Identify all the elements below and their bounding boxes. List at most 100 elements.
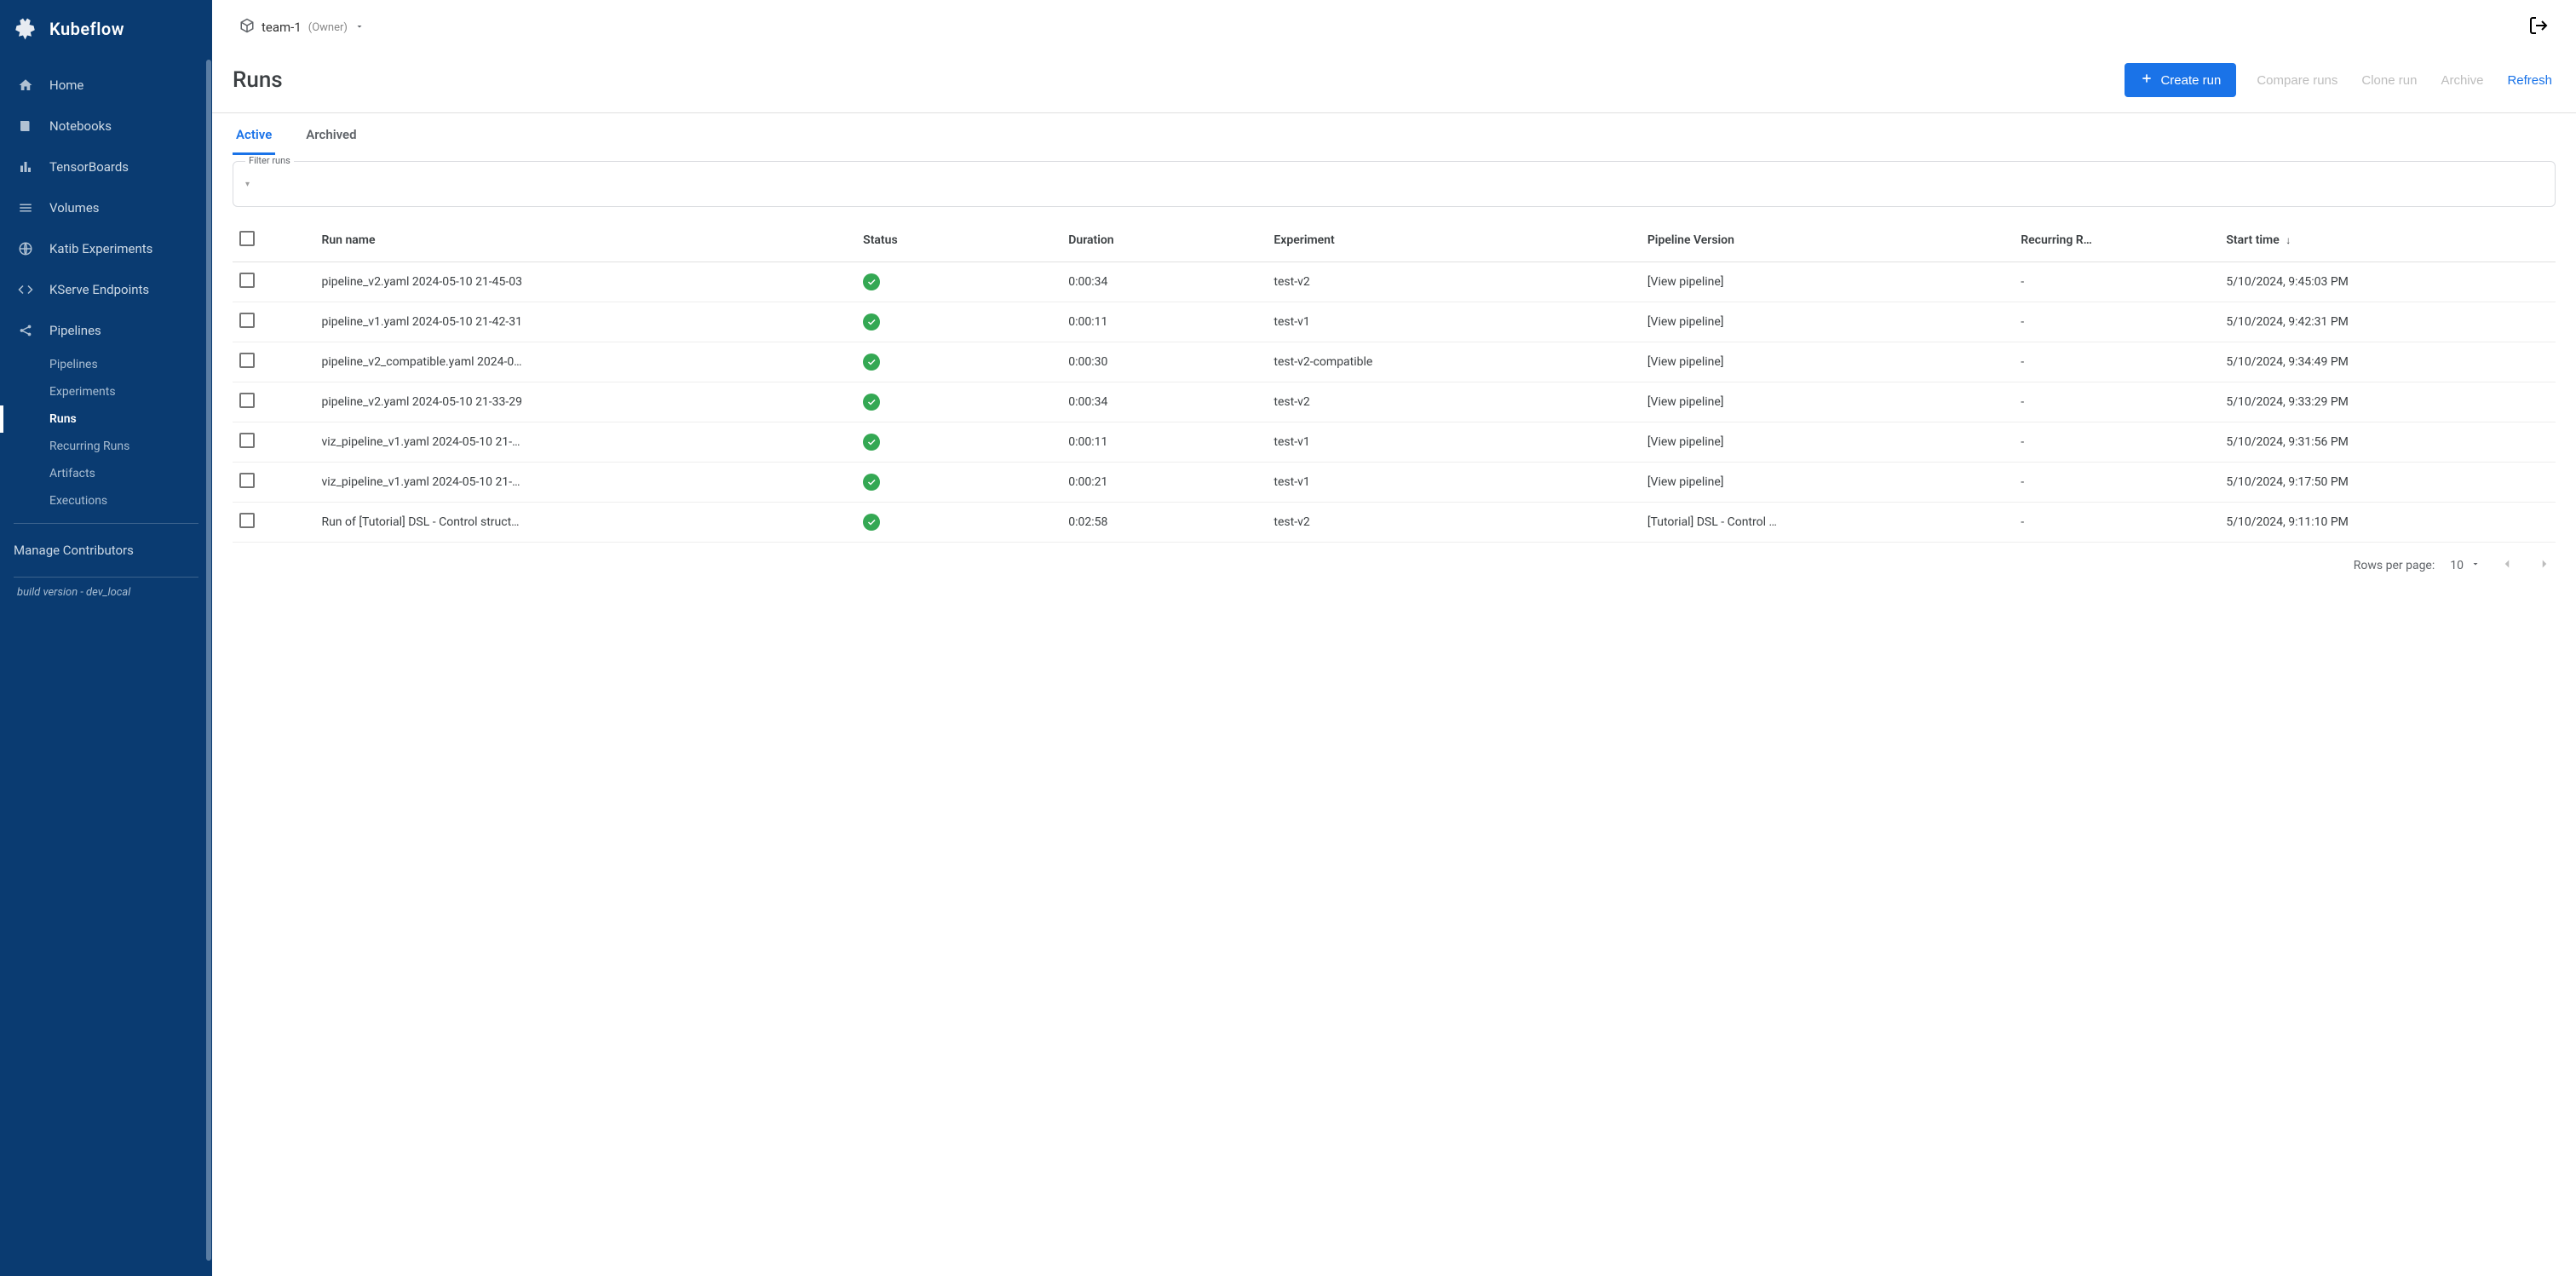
pipeline-version-cell[interactable]: [View pipeline] bbox=[1641, 342, 2014, 382]
status-success-icon bbox=[863, 514, 880, 531]
filter-runs-input[interactable]: Filter runs ▾ bbox=[233, 161, 2556, 207]
experiment-cell[interactable]: test-v2 bbox=[1267, 503, 1640, 543]
pipeline-version-cell[interactable]: [Tutorial] DSL - Control … bbox=[1641, 503, 2014, 543]
tab-archived[interactable]: Archived bbox=[302, 113, 359, 155]
experiment-cell[interactable]: test-v2-compatible bbox=[1267, 342, 1640, 382]
prev-page-button[interactable] bbox=[2496, 553, 2518, 578]
tab-active[interactable]: Active bbox=[233, 113, 275, 155]
sidebar-scrollbar[interactable] bbox=[206, 60, 211, 1261]
topbar: team-1 (Owner) bbox=[212, 0, 2576, 55]
pipeline-version-cell[interactable]: [View pipeline] bbox=[1641, 422, 2014, 463]
refresh-button[interactable]: Refresh bbox=[2504, 68, 2556, 93]
pipeline-version-cell[interactable]: [View pipeline] bbox=[1641, 302, 2014, 342]
col-run-name[interactable]: Run name bbox=[314, 219, 856, 262]
compare-runs-button[interactable]: Compare runs bbox=[2253, 68, 2341, 93]
table-row: pipeline_v1.yaml 2024-05-10 21-42-31 0:00… bbox=[233, 302, 2556, 342]
experiment-cell[interactable]: test-v2 bbox=[1267, 382, 1640, 422]
sidebar-item-tensorboards[interactable]: TensorBoards bbox=[0, 147, 212, 187]
run-name-cell[interactable]: pipeline_v2.yaml 2024-05-10 21-33-29 bbox=[314, 382, 856, 422]
col-pipeline-version[interactable]: Pipeline Version bbox=[1641, 219, 2014, 262]
duration-cell: 0:00:11 bbox=[1061, 302, 1267, 342]
row-checkbox[interactable] bbox=[239, 353, 255, 368]
row-checkbox[interactable] bbox=[239, 433, 255, 448]
sort-desc-icon: ↓ bbox=[2286, 234, 2291, 246]
recurring-cell: - bbox=[2014, 342, 2219, 382]
pipeline-version-cell[interactable]: [View pipeline] bbox=[1641, 463, 2014, 503]
page-title: Runs bbox=[233, 67, 283, 93]
main-content: team-1 (Owner) Runs Create run Compare bbox=[212, 0, 2576, 1276]
create-run-button[interactable]: Create run bbox=[2125, 63, 2236, 97]
col-status[interactable]: Status bbox=[856, 219, 1061, 262]
build-version: build version - dev_local bbox=[0, 586, 212, 612]
subnav-recurring-runs[interactable]: Recurring Runs bbox=[49, 433, 212, 460]
run-name-cell[interactable]: viz_pipeline_v1.yaml 2024-05-10 21-… bbox=[314, 463, 856, 503]
filter-label: Filter runs bbox=[245, 155, 294, 166]
table-header-row: Run name Status Duration Experiment Pipe… bbox=[233, 219, 2556, 262]
subnav-runs[interactable]: Runs bbox=[49, 405, 212, 433]
globe-icon bbox=[17, 240, 34, 257]
experiment-cell[interactable]: test-v1 bbox=[1267, 302, 1640, 342]
row-checkbox[interactable] bbox=[239, 273, 255, 288]
namespace-picker[interactable]: team-1 (Owner) bbox=[239, 18, 365, 37]
logout-icon[interactable] bbox=[2528, 15, 2549, 39]
subnav-experiments[interactable]: Experiments bbox=[49, 378, 212, 405]
run-name-cell[interactable]: pipeline_v1.yaml 2024-05-10 21-42-31 bbox=[314, 302, 856, 342]
start-time-cell: 5/10/2024, 9:42:31 PM bbox=[2219, 302, 2556, 342]
sidebar-item-katib-experiments[interactable]: Katib Experiments bbox=[0, 228, 212, 269]
manage-contributors-link[interactable]: Manage Contributors bbox=[0, 532, 212, 568]
run-name-cell[interactable]: pipeline_v2.yaml 2024-05-10 21-45-03 bbox=[314, 262, 856, 302]
pipeline-version-cell[interactable]: [View pipeline] bbox=[1641, 382, 2014, 422]
namespace-name: team-1 bbox=[262, 20, 302, 35]
sidebar-item-pipelines[interactable]: Pipelines bbox=[0, 310, 212, 351]
filter-caret-icon: ▾ bbox=[245, 180, 250, 189]
start-time-cell: 5/10/2024, 9:11:10 PM bbox=[2219, 503, 2556, 543]
sidebar-item-home[interactable]: Home bbox=[0, 65, 212, 106]
rows-per-page-select[interactable]: 10 bbox=[2450, 559, 2481, 572]
runs-table: Run name Status Duration Experiment Pipe… bbox=[212, 207, 2576, 543]
row-checkbox[interactable] bbox=[239, 393, 255, 408]
duration-cell: 0:02:58 bbox=[1061, 503, 1267, 543]
start-time-cell: 5/10/2024, 9:31:56 PM bbox=[2219, 422, 2556, 463]
table-row: pipeline_v2.yaml 2024-05-10 21-45-030:00… bbox=[233, 262, 2556, 302]
sidebar-item-label: Home bbox=[49, 78, 83, 93]
subnav-pipelines[interactable]: Pipelines bbox=[49, 351, 212, 378]
col-experiment[interactable]: Experiment bbox=[1267, 219, 1640, 262]
brand-logo[interactable]: Kubeflow bbox=[0, 0, 212, 58]
status-success-icon bbox=[863, 434, 880, 451]
run-name-cell[interactable]: pipeline_v2_compatible.yaml 2024-0… bbox=[314, 342, 856, 382]
sidebar-item-kserve-endpoints[interactable]: KServe Endpoints bbox=[0, 269, 212, 310]
sidebar-item-notebooks[interactable]: Notebooks bbox=[0, 106, 212, 147]
plus-icon bbox=[2140, 72, 2153, 89]
sidebar-item-volumes[interactable]: Volumes bbox=[0, 187, 212, 228]
col-start-time[interactable]: Start time ↓ bbox=[2219, 219, 2556, 262]
status-success-icon bbox=[863, 474, 880, 491]
experiment-cell[interactable]: test-v2 bbox=[1267, 262, 1640, 302]
sidebar-item-label: Katib Experiments bbox=[49, 241, 152, 256]
select-all-checkbox[interactable] bbox=[239, 231, 255, 246]
experiment-cell[interactable]: test-v1 bbox=[1267, 463, 1640, 503]
col-duration[interactable]: Duration bbox=[1061, 219, 1267, 262]
filter-text-input[interactable] bbox=[256, 177, 2543, 191]
sidebar-item-label: KServe Endpoints bbox=[49, 282, 149, 297]
col-recurring[interactable]: Recurring R… bbox=[2014, 219, 2219, 262]
row-checkbox[interactable] bbox=[239, 473, 255, 488]
subnav-executions[interactable]: Executions bbox=[49, 487, 212, 514]
pipeline-version-cell[interactable]: [View pipeline] bbox=[1641, 262, 2014, 302]
next-page-button[interactable] bbox=[2533, 553, 2556, 578]
clone-run-button[interactable]: Clone run bbox=[2358, 68, 2420, 93]
sidebar-item-label: TensorBoards bbox=[49, 159, 129, 175]
status-success-icon bbox=[863, 313, 880, 330]
subnav-artifacts[interactable]: Artifacts bbox=[49, 460, 212, 487]
list-icon bbox=[17, 199, 34, 216]
experiment-cell[interactable]: test-v1 bbox=[1267, 422, 1640, 463]
share-icon bbox=[17, 322, 34, 339]
row-checkbox[interactable] bbox=[239, 313, 255, 328]
archive-button[interactable]: Archive bbox=[2437, 68, 2487, 93]
sidebar-divider bbox=[14, 577, 198, 578]
duration-cell: 0:00:30 bbox=[1061, 342, 1267, 382]
pagination: Rows per page: 10 bbox=[212, 543, 2576, 589]
sidebar-item-label: Pipelines bbox=[49, 323, 101, 338]
row-checkbox[interactable] bbox=[239, 513, 255, 528]
run-name-cell[interactable]: Run of [Tutorial] DSL - Control struct… bbox=[314, 503, 856, 543]
run-name-cell[interactable]: viz_pipeline_v1.yaml 2024-05-10 21-… bbox=[314, 422, 856, 463]
